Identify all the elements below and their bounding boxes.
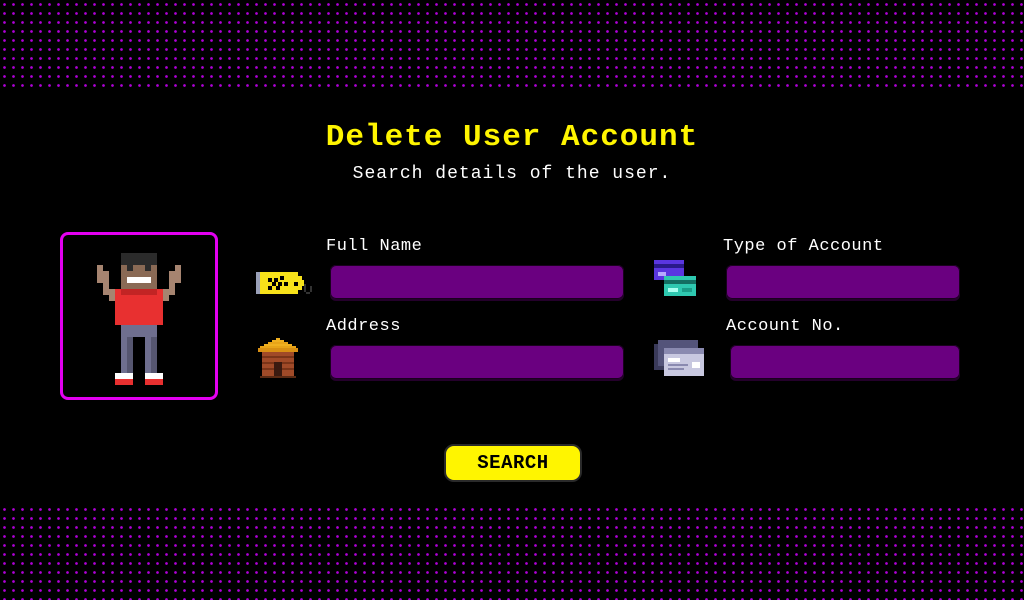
account-no-label: Account No. — [726, 317, 844, 336]
address-input[interactable] — [330, 345, 624, 379]
dotted-pattern-top — [0, 0, 1024, 92]
page-title: Delete User Account — [325, 120, 699, 155]
address-label: Address — [326, 317, 401, 336]
delete-user-account-screen: Delete User Account Search details of th… — [0, 0, 1024, 600]
dotted-pattern-bottom — [0, 505, 1024, 600]
avatar-frame — [60, 232, 218, 400]
full-name-label: Full Name — [326, 237, 423, 256]
account-no-input[interactable] — [730, 345, 960, 379]
credit-cards-icon — [654, 260, 696, 296]
full-name-input[interactable] — [330, 265, 624, 299]
hut-house-icon — [258, 338, 298, 378]
type-of-account-input[interactable] — [726, 265, 960, 299]
search-button[interactable]: SEARCH — [444, 444, 582, 482]
type-of-account-label: Type of Account — [723, 237, 884, 256]
pixel-person-avatar-icon — [97, 253, 181, 385]
page-subtitle: Search details of the user. — [352, 164, 672, 184]
name-tag-icon — [256, 272, 312, 294]
bank-card-icon — [654, 340, 704, 376]
